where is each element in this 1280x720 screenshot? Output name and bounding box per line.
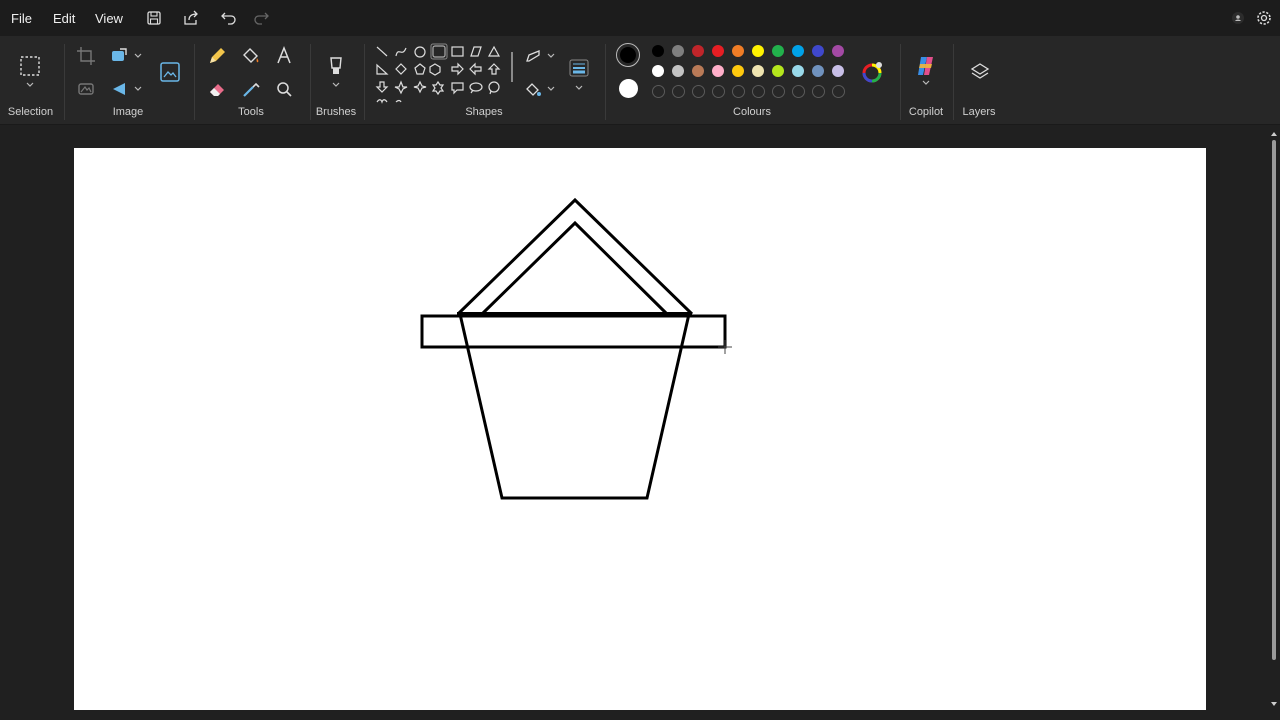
save-icon[interactable]	[145, 9, 163, 27]
settings-gear-icon[interactable]	[1255, 9, 1273, 27]
fill-bucket-icon[interactable]	[239, 44, 263, 68]
remove-background-icon[interactable]	[74, 77, 98, 101]
colour-swatch[interactable]	[652, 65, 664, 77]
crosshair-cursor-icon	[718, 340, 732, 354]
edit-colours-icon[interactable]	[860, 60, 884, 84]
share-icon[interactable]	[182, 9, 200, 27]
crop-icon[interactable]	[74, 44, 98, 68]
custom-colour-slot[interactable]	[672, 85, 685, 98]
chevron-down-icon[interactable]	[918, 78, 934, 88]
brush-icon[interactable]	[324, 54, 348, 78]
custom-colour-slot[interactable]	[712, 85, 725, 98]
pot-trapezoid	[458, 313, 691, 500]
account-icon[interactable]	[1229, 9, 1247, 27]
group-label-colours: Colours	[733, 106, 771, 118]
image-creator-icon[interactable]	[158, 60, 182, 84]
pencil-icon[interactable]	[205, 44, 229, 68]
group-label-selection: Selection	[7, 106, 54, 118]
chevron-down-icon[interactable]	[132, 50, 144, 62]
colour-swatch[interactable]	[672, 65, 684, 77]
selection-tool-icon[interactable]	[18, 54, 42, 78]
colour-swatch[interactable]	[672, 45, 684, 57]
menu-edit[interactable]: Edit	[53, 11, 75, 26]
colour-swatch[interactable]	[812, 65, 824, 77]
custom-colour-slot[interactable]	[792, 85, 805, 98]
group-label-shapes: Shapes	[465, 106, 503, 118]
colour-swatch[interactable]	[752, 65, 764, 77]
colour-swatch[interactable]	[832, 65, 844, 77]
copilot-icon[interactable]	[914, 54, 938, 78]
colour-swatch[interactable]	[812, 45, 824, 57]
colour-swatch[interactable]	[772, 45, 784, 57]
line-size-icon[interactable]	[567, 56, 591, 80]
colour-swatch[interactable]	[712, 45, 724, 57]
canvas-drawing	[420, 197, 732, 500]
group-label-layers: Layers	[962, 106, 996, 118]
colour-swatch[interactable]	[792, 45, 804, 57]
custom-colour-slot[interactable]	[692, 85, 705, 98]
magnifier-icon[interactable]	[272, 77, 296, 101]
colour-swatch[interactable]	[712, 65, 724, 77]
shape-fill-icon[interactable]	[522, 78, 546, 102]
group-label-brushes: Brushes	[315, 106, 357, 118]
custom-colour-slot[interactable]	[832, 85, 845, 98]
custom-colour-slot[interactable]	[652, 85, 665, 98]
colour-swatch[interactable]	[692, 45, 704, 57]
custom-colour-slot[interactable]	[812, 85, 825, 98]
layers-icon[interactable]	[968, 60, 992, 84]
primary-colour-button[interactable]	[616, 43, 640, 67]
colour-swatch[interactable]	[792, 65, 804, 77]
custom-colour-slot[interactable]	[772, 85, 785, 98]
outline-icon[interactable]	[522, 45, 546, 69]
shapes-gallery[interactable]	[372, 42, 514, 106]
redo-icon[interactable]	[252, 9, 270, 27]
colour-swatch[interactable]	[652, 45, 664, 57]
chevron-down-icon[interactable]	[545, 50, 557, 62]
colour-swatch[interactable]	[732, 45, 744, 57]
text-tool-icon[interactable]	[272, 44, 296, 68]
colour-swatch[interactable]	[732, 65, 744, 77]
drawing-canvas[interactable]	[74, 148, 1206, 710]
roof-inner-triangle	[480, 220, 669, 316]
chevron-down-icon[interactable]	[22, 80, 38, 90]
colour-swatch[interactable]	[772, 65, 784, 77]
group-label-tools: Tools	[238, 106, 264, 118]
menu-bar: File Edit View	[0, 0, 1280, 36]
group-label-image: Image	[112, 106, 144, 118]
secondary-colour-button[interactable]	[619, 79, 638, 98]
vertical-scrollbar[interactable]	[1268, 128, 1280, 710]
chevron-down-icon[interactable]	[573, 82, 585, 94]
menu-file[interactable]: File	[11, 11, 32, 26]
chevron-down-icon[interactable]	[545, 83, 557, 95]
resize-icon[interactable]	[108, 44, 132, 68]
chevron-down-icon[interactable]	[328, 80, 344, 90]
colour-swatch[interactable]	[832, 45, 844, 57]
gallery-scroll-indicator[interactable]	[511, 52, 513, 82]
custom-colour-slot[interactable]	[752, 85, 765, 98]
roof-outer-triangle	[456, 197, 694, 316]
eraser-icon[interactable]	[205, 77, 229, 101]
flip-icon[interactable]	[108, 77, 132, 101]
colour-swatch[interactable]	[752, 45, 764, 57]
chevron-down-icon[interactable]	[132, 83, 144, 95]
menu-view[interactable]: View	[95, 11, 123, 26]
custom-colour-slot[interactable]	[732, 85, 745, 98]
colour-picker-icon[interactable]	[239, 77, 263, 101]
colour-swatch[interactable]	[692, 65, 704, 77]
ribbon: Selection Image Tools Brushes Shapes Col…	[0, 36, 1280, 125]
undo-icon[interactable]	[220, 9, 238, 27]
group-label-copilot: Copilot	[908, 106, 944, 118]
